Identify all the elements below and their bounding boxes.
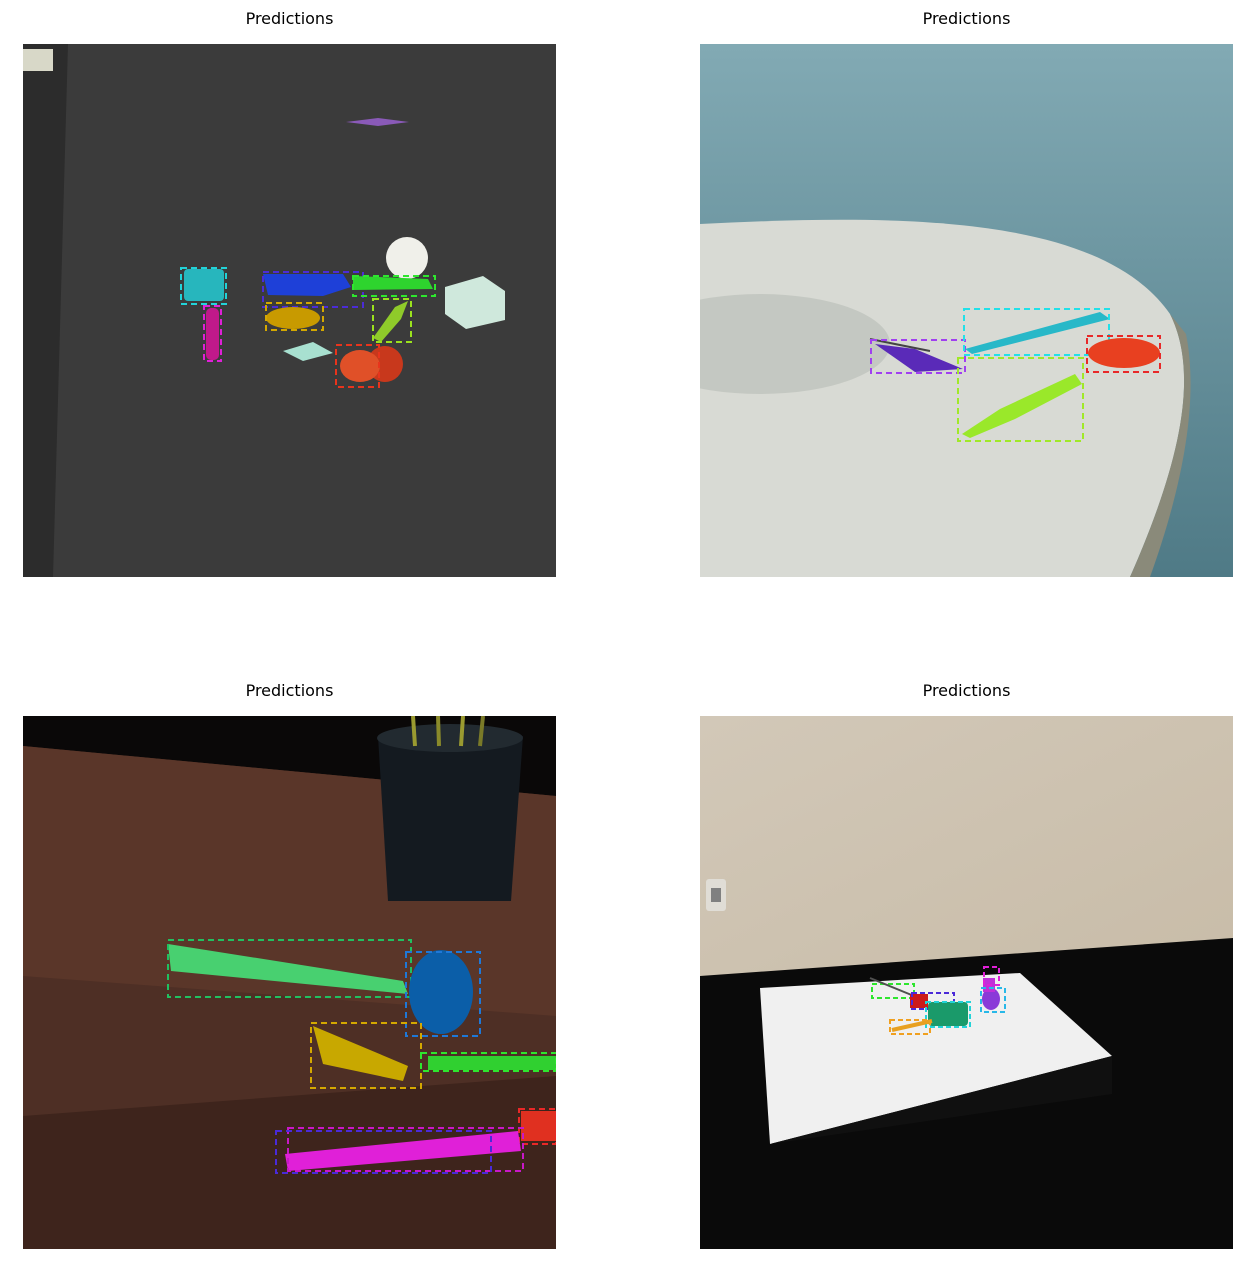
panel-2-image xyxy=(700,44,1233,577)
panel-4-image xyxy=(700,716,1233,1249)
panel-1-image xyxy=(23,44,556,577)
panel-3-image xyxy=(23,716,556,1249)
panel-3-title: Predictions xyxy=(245,681,334,700)
cyan-mask xyxy=(184,269,224,301)
panel-4-title: Predictions xyxy=(922,681,1011,700)
panel-2-title: Predictions xyxy=(922,9,1011,28)
panel-1-title: Predictions xyxy=(245,9,334,28)
